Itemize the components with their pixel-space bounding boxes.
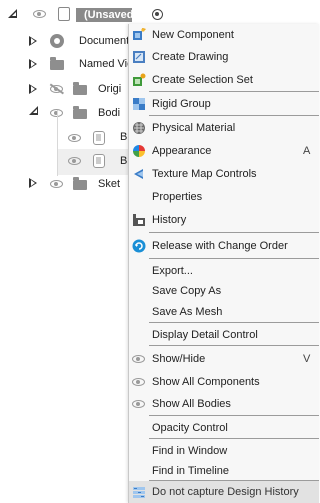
menu-item-save-copy-as[interactable]: Save Copy As: [129, 280, 319, 302]
eye-icon[interactable]: [33, 10, 46, 18]
menu-item-display-detail-control[interactable]: Display Detail Control: [129, 324, 319, 346]
menu-item-label: Show/Hide: [152, 353, 206, 365]
menu-item-label: Save Copy As: [152, 285, 222, 297]
folder-icon: [73, 106, 87, 119]
new-component-icon: [132, 28, 146, 42]
menu-separator: [149, 115, 319, 116]
create-drawing-icon: [132, 50, 146, 64]
menu-item-show-hide[interactable]: Show/Hide V: [129, 348, 319, 370]
folder-icon: [50, 57, 64, 70]
expand-triangle-icon[interactable]: [29, 178, 37, 188]
shortcut-key: A: [303, 145, 311, 157]
physical-material-icon: [132, 121, 146, 135]
menu-item-label: Create Drawing: [152, 51, 229, 63]
menu-item-history[interactable]: History: [129, 209, 319, 231]
collapse-triangle-icon[interactable]: [29, 106, 38, 115]
menu-separator: [149, 91, 319, 92]
menu-item-label: History: [152, 214, 187, 226]
context-menu: New Component Create Drawing Create Sele…: [128, 24, 319, 503]
menu-separator: [149, 345, 319, 346]
menu-item-label: Do not capture Design History: [152, 486, 299, 498]
tree-item-label: Bodi: [98, 107, 121, 119]
activate-radio-icon[interactable]: [152, 9, 163, 20]
menu-item-new-component[interactable]: New Component: [129, 24, 319, 46]
eye-icon: [132, 400, 145, 408]
menu-item-label: Find in Window: [152, 445, 228, 457]
folder-icon: [73, 82, 87, 95]
menu-item-label: Appearance: [152, 145, 212, 157]
texture-map-icon: [132, 167, 146, 181]
menu-item-label: Save As Mesh: [152, 306, 223, 318]
menu-item-texture-map-controls[interactable]: Texture Map Controls: [129, 163, 319, 185]
collapse-triangle-icon[interactable]: [8, 9, 17, 18]
expand-triangle-icon[interactable]: [29, 84, 37, 94]
menu-item-label: Show All Components: [152, 376, 260, 388]
rigid-group-icon: [132, 97, 146, 111]
tree-item-label: B: [120, 131, 128, 143]
document-icon: [58, 7, 70, 21]
menu-item-create-selection-set[interactable]: Create Selection Set: [129, 69, 319, 91]
eye-icon: [132, 378, 145, 386]
menu-item-properties[interactable]: Properties: [129, 186, 319, 208]
release-icon: [132, 239, 146, 253]
expand-triangle-icon[interactable]: [29, 36, 37, 46]
menu-item-do-not-capture-design-history[interactable]: Do not capture Design History: [129, 481, 319, 503]
eye-icon[interactable]: [68, 134, 81, 142]
menu-item-label: Physical Material: [152, 122, 236, 134]
menu-separator: [149, 322, 319, 323]
menu-separator: [149, 258, 319, 259]
eye-icon: [132, 355, 145, 363]
root-component-label[interactable]: (Unsaved): [76, 8, 137, 22]
menu-separator: [149, 438, 319, 439]
eye-icon[interactable]: [68, 157, 81, 165]
menu-item-opacity-control[interactable]: Opacity Control: [129, 417, 319, 439]
menu-item-find-in-window[interactable]: Find in Window: [129, 440, 319, 462]
menu-item-label: Export...: [152, 265, 193, 277]
eye-icon[interactable]: [50, 180, 63, 188]
menu-item-label: Create Selection Set: [152, 74, 253, 86]
design-history-icon: [132, 485, 146, 499]
menu-item-label: Opacity Control: [152, 422, 228, 434]
menu-item-find-in-timeline[interactable]: Find in Timeline: [129, 460, 319, 482]
menu-item-label: Display Detail Control: [152, 329, 258, 341]
selection-set-icon: [132, 73, 146, 87]
menu-item-physical-material[interactable]: Physical Material: [129, 117, 319, 139]
tree-item-label: B: [120, 155, 128, 167]
menu-item-label: Find in Timeline: [152, 465, 230, 477]
menu-item-label: New Component: [152, 29, 234, 41]
tree-item-label: Named Vie: [79, 58, 134, 70]
eye-hidden-icon[interactable]: [50, 85, 63, 93]
expand-triangle-icon[interactable]: [29, 59, 37, 69]
tree-item-label: Origi: [98, 83, 122, 95]
tree-item-label: Document: [79, 35, 130, 47]
menu-item-appearance[interactable]: Appearance A: [129, 140, 319, 162]
menu-item-rigid-group[interactable]: Rigid Group: [129, 93, 319, 115]
folder-icon: [73, 177, 87, 190]
body-icon: [93, 131, 105, 145]
menu-item-label: Texture Map Controls: [152, 168, 257, 180]
menu-item-label: Rigid Group: [152, 98, 211, 110]
menu-item-label: Properties: [152, 191, 203, 203]
appearance-icon: [132, 144, 146, 158]
shortcut-key: V: [303, 353, 311, 365]
menu-item-label: Show All Bodies: [152, 398, 231, 410]
menu-item-create-drawing[interactable]: Create Drawing: [129, 46, 319, 68]
menu-item-show-all-components[interactable]: Show All Components: [129, 371, 319, 393]
history-icon: [132, 213, 146, 227]
menu-separator: [149, 415, 319, 416]
menu-separator: [149, 232, 319, 233]
menu-item-export[interactable]: Export...: [129, 260, 319, 282]
menu-item-release-with-change-order[interactable]: Release with Change Order: [129, 235, 319, 257]
gear-icon: [50, 34, 64, 48]
menu-item-label: Release with Change Order: [152, 240, 288, 252]
menu-item-show-all-bodies[interactable]: Show All Bodies: [129, 393, 319, 415]
body-icon: [93, 154, 105, 168]
menu-item-save-as-mesh[interactable]: Save As Mesh: [129, 301, 319, 323]
tree-item-label: Sket: [98, 178, 121, 190]
